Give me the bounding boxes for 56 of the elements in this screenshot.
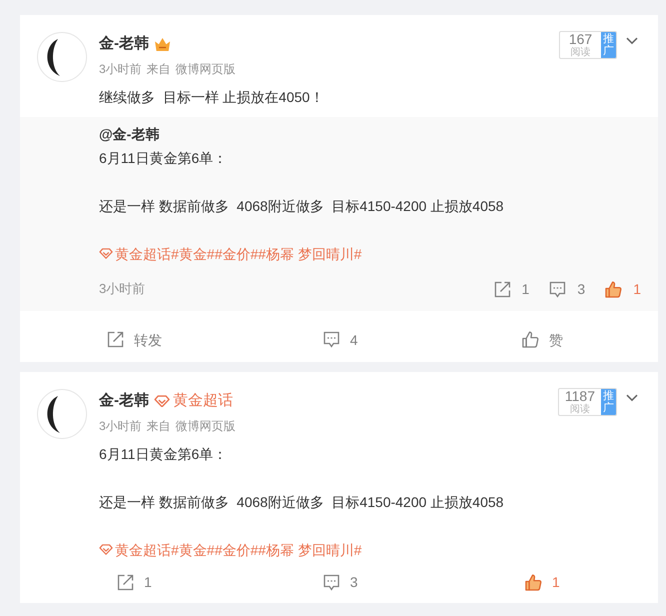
promote-button[interactable]: 推广 — [601, 32, 616, 58]
super-topic-link[interactable]: 黄金超话 — [99, 242, 171, 266]
thumbs-up-icon — [525, 574, 542, 590]
share-icon — [107, 331, 124, 348]
author-name[interactable]: 金-老韩 — [99, 390, 149, 412]
avatar-image[interactable] — [37, 32, 87, 82]
hashtag-link[interactable]: #杨幂 梦回晴川# — [258, 538, 362, 562]
post-text: 还是一样 数据前做多 4068附近做多 目标4150-4200 止损放4058 — [99, 493, 505, 512]
speech-bubble-icon — [323, 331, 340, 348]
promote-button[interactable]: 推广 — [601, 389, 616, 415]
share-icon — [117, 574, 134, 590]
source-prefix: 来自 — [146, 418, 171, 435]
speech-bubble-icon — [549, 280, 566, 298]
thumbs-up-icon — [605, 280, 622, 298]
speech-bubble-icon — [323, 574, 340, 590]
chevron-down-icon[interactable] — [626, 394, 638, 402]
diamond-icon — [154, 394, 170, 408]
read-count: 167 — [568, 32, 592, 47]
source-link[interactable]: 微博网页版 — [176, 417, 236, 435]
diamond-icon — [99, 248, 113, 260]
post-time: 3小时前 — [99, 418, 142, 435]
hashtag-link[interactable]: #黄金# — [171, 538, 215, 562]
repost-button[interactable]: 转发 — [107, 330, 162, 350]
hashtag-link[interactable]: #杨幂 梦回晴川# — [258, 242, 362, 266]
post-time: 3小时前 — [99, 61, 142, 78]
hashtag-link[interactable]: #黄金# — [171, 242, 215, 266]
like-button[interactable]: 1 — [525, 572, 560, 592]
repost-button[interactable]: 1 — [494, 279, 530, 299]
author-name[interactable]: 金-老韩 — [99, 33, 149, 55]
diamond-icon — [99, 544, 113, 556]
crown-icon — [154, 36, 171, 52]
post-text: 继续做多 目标一样 止损放在4050！ — [99, 88, 325, 107]
post-text: 6月11日黄金第6单： — [99, 445, 228, 464]
comment-button[interactable]: 3 — [323, 572, 358, 592]
comment-button[interactable]: 3 — [549, 279, 586, 299]
thumbs-up-icon — [522, 331, 539, 348]
share-icon — [494, 280, 511, 298]
read-label: 阅读 — [570, 404, 590, 415]
read-label: 阅读 — [570, 47, 590, 58]
hashtag-link[interactable]: #金价# — [214, 242, 258, 266]
retweet-text: 6月11日黄金第6单： — [99, 149, 228, 168]
like-button[interactable]: 1 — [605, 279, 641, 299]
hashtag-link[interactable]: #金价# — [214, 538, 258, 562]
avatar-image[interactable] — [37, 389, 87, 439]
chevron-down-icon[interactable] — [626, 37, 638, 45]
repost-button[interactable]: 1 — [117, 572, 152, 592]
retweet-author[interactable]: @金-老韩 — [99, 122, 160, 146]
source-link[interactable]: 微博网页版 — [176, 60, 236, 78]
retweet-text: 还是一样 数据前做多 4068附近做多 目标4150-4200 止损放4058 — [99, 197, 505, 216]
comment-button[interactable]: 4 — [323, 330, 358, 350]
read-count: 1187 — [564, 389, 595, 404]
like-button[interactable]: 赞 — [522, 330, 563, 350]
source-prefix: 来自 — [146, 61, 171, 78]
retweet-time: 3小时前 — [99, 280, 146, 298]
super-topic-link[interactable]: 黄金超话 — [154, 390, 233, 412]
super-topic-link[interactable]: 黄金超话 — [99, 538, 171, 562]
